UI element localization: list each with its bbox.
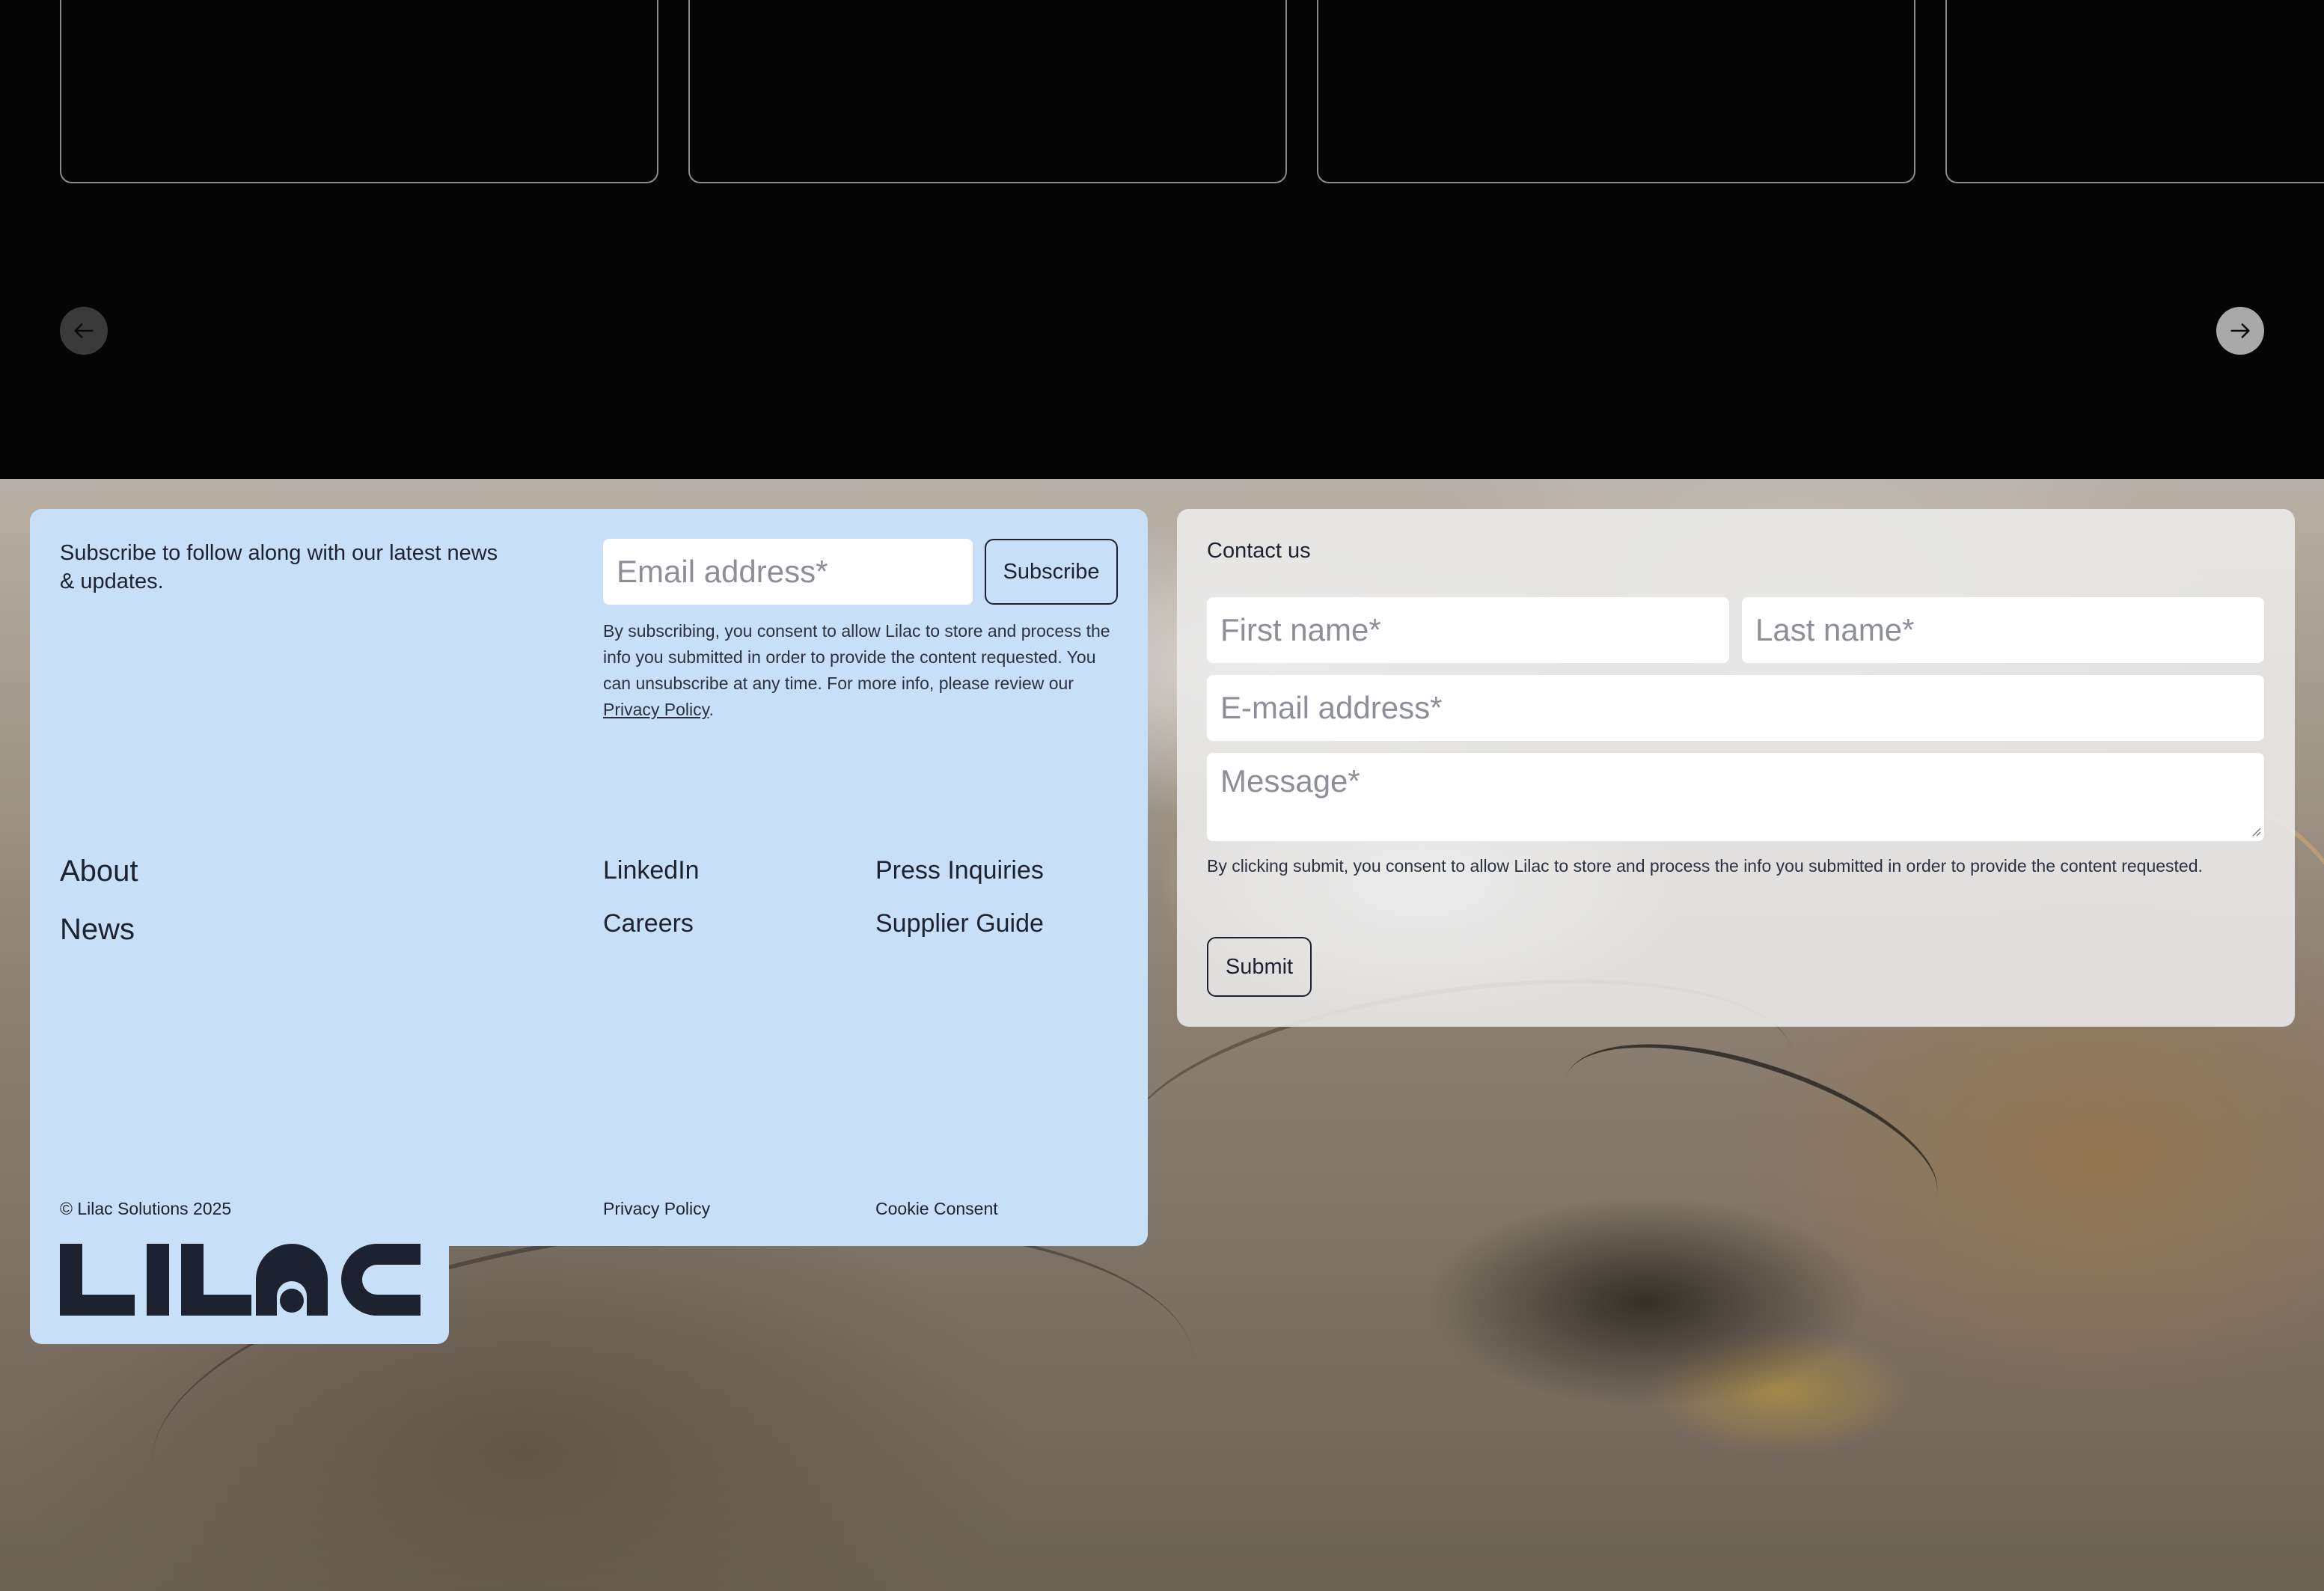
resize-grip-icon[interactable] [2249, 825, 2261, 837]
message-field[interactable] [1207, 753, 2264, 841]
footer-link-news[interactable]: News [60, 913, 135, 947]
subscribe-consent-body: By subscribing, you consent to allow Lil… [603, 621, 1110, 693]
lilac-logo [60, 1244, 421, 1316]
carousel-prev-button[interactable] [60, 307, 108, 355]
footer-link-supplier-guide[interactable]: Supplier Guide [875, 909, 1044, 938]
carousel-card[interactable] [1945, 0, 2324, 183]
privacy-policy-link[interactable]: Privacy Policy [603, 700, 709, 719]
carousel-card[interactable] [60, 0, 658, 183]
carousel-next-button[interactable] [2216, 307, 2264, 355]
news-carousel [0, 0, 2324, 479]
arrow-left-icon [74, 323, 94, 338]
footer-link-press-inquiries[interactable]: Press Inquiries [875, 856, 1044, 885]
subscribe-consent-text: By subscribing, you consent to allow Lil… [603, 618, 1127, 723]
copyright-text: © Lilac Solutions 2025 [60, 1199, 232, 1218]
footer-link-about[interactable]: About [60, 855, 138, 888]
carousel-card[interactable] [688, 0, 1287, 183]
contact-consent-text: By clicking submit, you consent to allow… [1207, 856, 2203, 876]
footer-privacy-policy-link[interactable]: Privacy Policy [603, 1199, 710, 1219]
submit-button[interactable]: Submit [1207, 937, 1312, 997]
newsletter-email-input[interactable] [603, 539, 973, 605]
subscribe-consent-end: . [709, 700, 714, 719]
cookie-consent-link[interactable]: Cookie Consent [875, 1199, 998, 1219]
contact-email-field[interactable] [1207, 675, 2264, 741]
subscribe-heading: Subscribe to follow along with our lates… [60, 541, 498, 593]
contact-title: Contact us [1207, 539, 1311, 563]
footer-link-careers[interactable]: Careers [603, 909, 694, 938]
last-name-field[interactable] [1742, 597, 2264, 663]
first-name-field[interactable] [1207, 597, 1729, 663]
carousel-card[interactable] [1317, 0, 1915, 183]
arrow-right-icon [2230, 323, 2250, 338]
footer-link-linkedin[interactable]: LinkedIn [603, 856, 700, 885]
subscribe-button[interactable]: Subscribe [985, 539, 1118, 605]
